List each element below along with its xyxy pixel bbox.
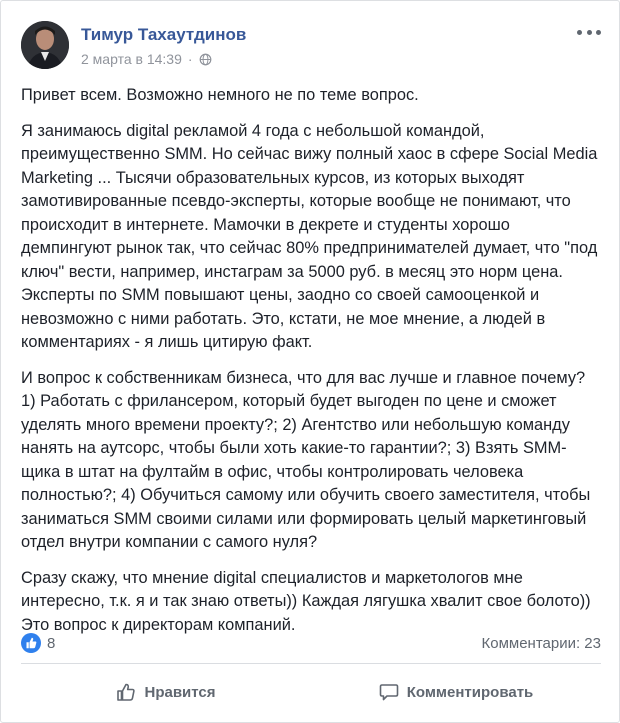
- post-paragraph: Я занимаюсь digital рекламой 4 года с не…: [21, 121, 598, 352]
- more-options-icon[interactable]: [577, 25, 601, 39]
- post-paragraph: И вопрос к собственникам бизнеса, что дл…: [21, 368, 591, 552]
- reaction-summary[interactable]: 8: [21, 633, 55, 653]
- likes-count: 8: [47, 634, 56, 652]
- comment-label: Комментировать: [406, 683, 534, 701]
- author-avatar[interactable]: [21, 21, 69, 69]
- post-card: Тимур Тахаутдинов 2 марта в 14:39 · Прив…: [0, 0, 620, 723]
- post-header: Тимур Тахаутдинов 2 марта в 14:39 ·: [1, 1, 619, 85]
- post-text: Привет всем. Возможно немного не по теме…: [21, 84, 601, 649]
- comment-button[interactable]: Комментировать: [311, 673, 601, 711]
- thumbs-up-badge-icon: [21, 633, 41, 653]
- speech-bubble-icon: [379, 684, 399, 701]
- like-button[interactable]: Нравится: [21, 673, 311, 711]
- comments-count[interactable]: Комментарии: 23: [482, 635, 602, 652]
- avatar-photo: [21, 21, 69, 69]
- actions-divider: [21, 663, 601, 664]
- post-actions: Нравится Комментировать: [21, 673, 601, 711]
- like-label: Нравится: [144, 683, 216, 701]
- post-paragraph: Сразу скажу, что мнение digital специали…: [21, 568, 591, 634]
- post-paragraph: Привет всем. Возможно немного не по теме…: [21, 86, 419, 104]
- thumbs-up-outline-icon: [117, 683, 136, 701]
- post-stats: 8 Комментарии: 23: [21, 632, 601, 654]
- meta-separator: ·: [187, 51, 193, 67]
- globe-icon[interactable]: [199, 53, 212, 66]
- post-date[interactable]: 2 марта в 14:39: [81, 51, 182, 67]
- post-meta: 2 марта в 14:39 ·: [81, 51, 212, 67]
- author-name[interactable]: Тимур Тахаутдинов: [81, 25, 246, 45]
